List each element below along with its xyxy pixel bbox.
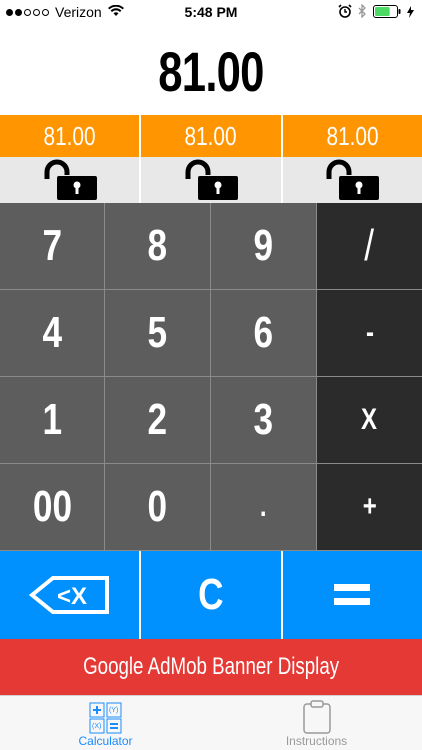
key-divide[interactable]: / [317,203,422,290]
alarm-icon [338,4,352,21]
action-row: <X C [0,551,422,639]
key-00-label: 00 [32,482,72,531]
tab-instructions[interactable]: Instructions [211,696,422,750]
key-9-label: 9 [253,221,274,270]
key-multiply[interactable]: X [317,377,422,464]
key-divide-label: / [364,221,375,270]
memory-slot-2-value: 81.00 [184,120,238,151]
key-multiply-label: X [361,403,378,436]
memory-lock-1[interactable] [0,157,142,203]
tab-bar: (Y) (X) Calculator Instructions [0,695,422,750]
svg-text:(Y): (Y) [109,707,118,714]
key-0-label: 0 [147,482,168,531]
status-bar: Verizon 5:48 PM [0,0,422,24]
key-subtract-label: - [365,316,374,349]
memory-row: 81.00 81.00 81.00 [0,115,422,157]
ad-banner[interactable]: Google AdMob Banner Display [0,639,422,695]
memory-slot-3[interactable]: 81.00 [282,115,422,157]
charging-icon [407,5,414,21]
key-3[interactable]: 3 [211,377,317,464]
key-7-label: 7 [42,221,62,270]
key-2[interactable]: 2 [105,377,211,464]
status-right [338,3,414,21]
battery-icon [373,4,401,21]
keypad: 7 8 9 / 4 5 6 - 1 2 3 X 00 0 . + [0,203,422,551]
key-4[interactable]: 4 [0,290,105,377]
key-6[interactable]: 6 [211,290,317,377]
key-8-label: 8 [147,221,168,270]
clear-button-label: C [198,570,224,619]
key-1[interactable]: 1 [0,377,105,464]
clipboard-icon [302,700,331,734]
key-1-label: 1 [42,395,62,444]
key-add[interactable]: + [317,464,422,551]
key-4-label: 4 [42,308,62,357]
key-5[interactable]: 5 [105,290,211,377]
svg-text:(X): (X) [92,723,101,730]
key-3-label: 3 [253,395,274,444]
svg-text:<X: <X [57,583,87,610]
key-7[interactable]: 7 [0,203,105,290]
clear-button[interactable]: C [141,551,283,639]
equals-icon [334,584,371,605]
equals-button[interactable] [282,551,422,639]
key-5-label: 5 [147,308,168,357]
ad-banner-text: Google AdMob Banner Display [82,653,339,680]
tab-calculator[interactable]: (Y) (X) Calculator [0,696,211,750]
key-00[interactable]: 00 [0,464,105,551]
key-8[interactable]: 8 [105,203,211,290]
backspace-button[interactable]: <X [0,551,142,639]
key-6-label: 6 [253,308,274,357]
memory-lock-2[interactable] [141,157,283,203]
key-9[interactable]: 9 [211,203,317,290]
memory-lock-3[interactable] [283,157,422,203]
key-decimal[interactable]: . [211,464,317,551]
key-2-label: 2 [147,395,168,444]
memory-slot-3-value: 81.00 [326,120,379,151]
tab-instructions-label: Instructions [285,734,348,748]
key-0[interactable]: 0 [105,464,211,551]
calculator-icon: (Y) (X) [89,702,121,734]
bluetooth-icon [358,3,367,21]
memory-slot-1[interactable]: 81.00 [0,115,142,157]
unlocked-padlock-icon [185,159,238,200]
lock-row [0,157,422,203]
unlocked-padlock-icon [44,159,97,200]
key-decimal-label: . [260,490,267,523]
key-add-label: + [362,490,377,523]
result-display: 81.00 [158,40,264,103]
memory-slot-1-value: 81.00 [43,120,96,151]
memory-slot-2[interactable]: 81.00 [141,115,283,157]
tab-calculator-label: Calculator [78,734,133,748]
backspace-icon: <X [28,576,109,614]
key-subtract[interactable]: - [317,290,422,377]
unlocked-padlock-icon [326,159,380,200]
